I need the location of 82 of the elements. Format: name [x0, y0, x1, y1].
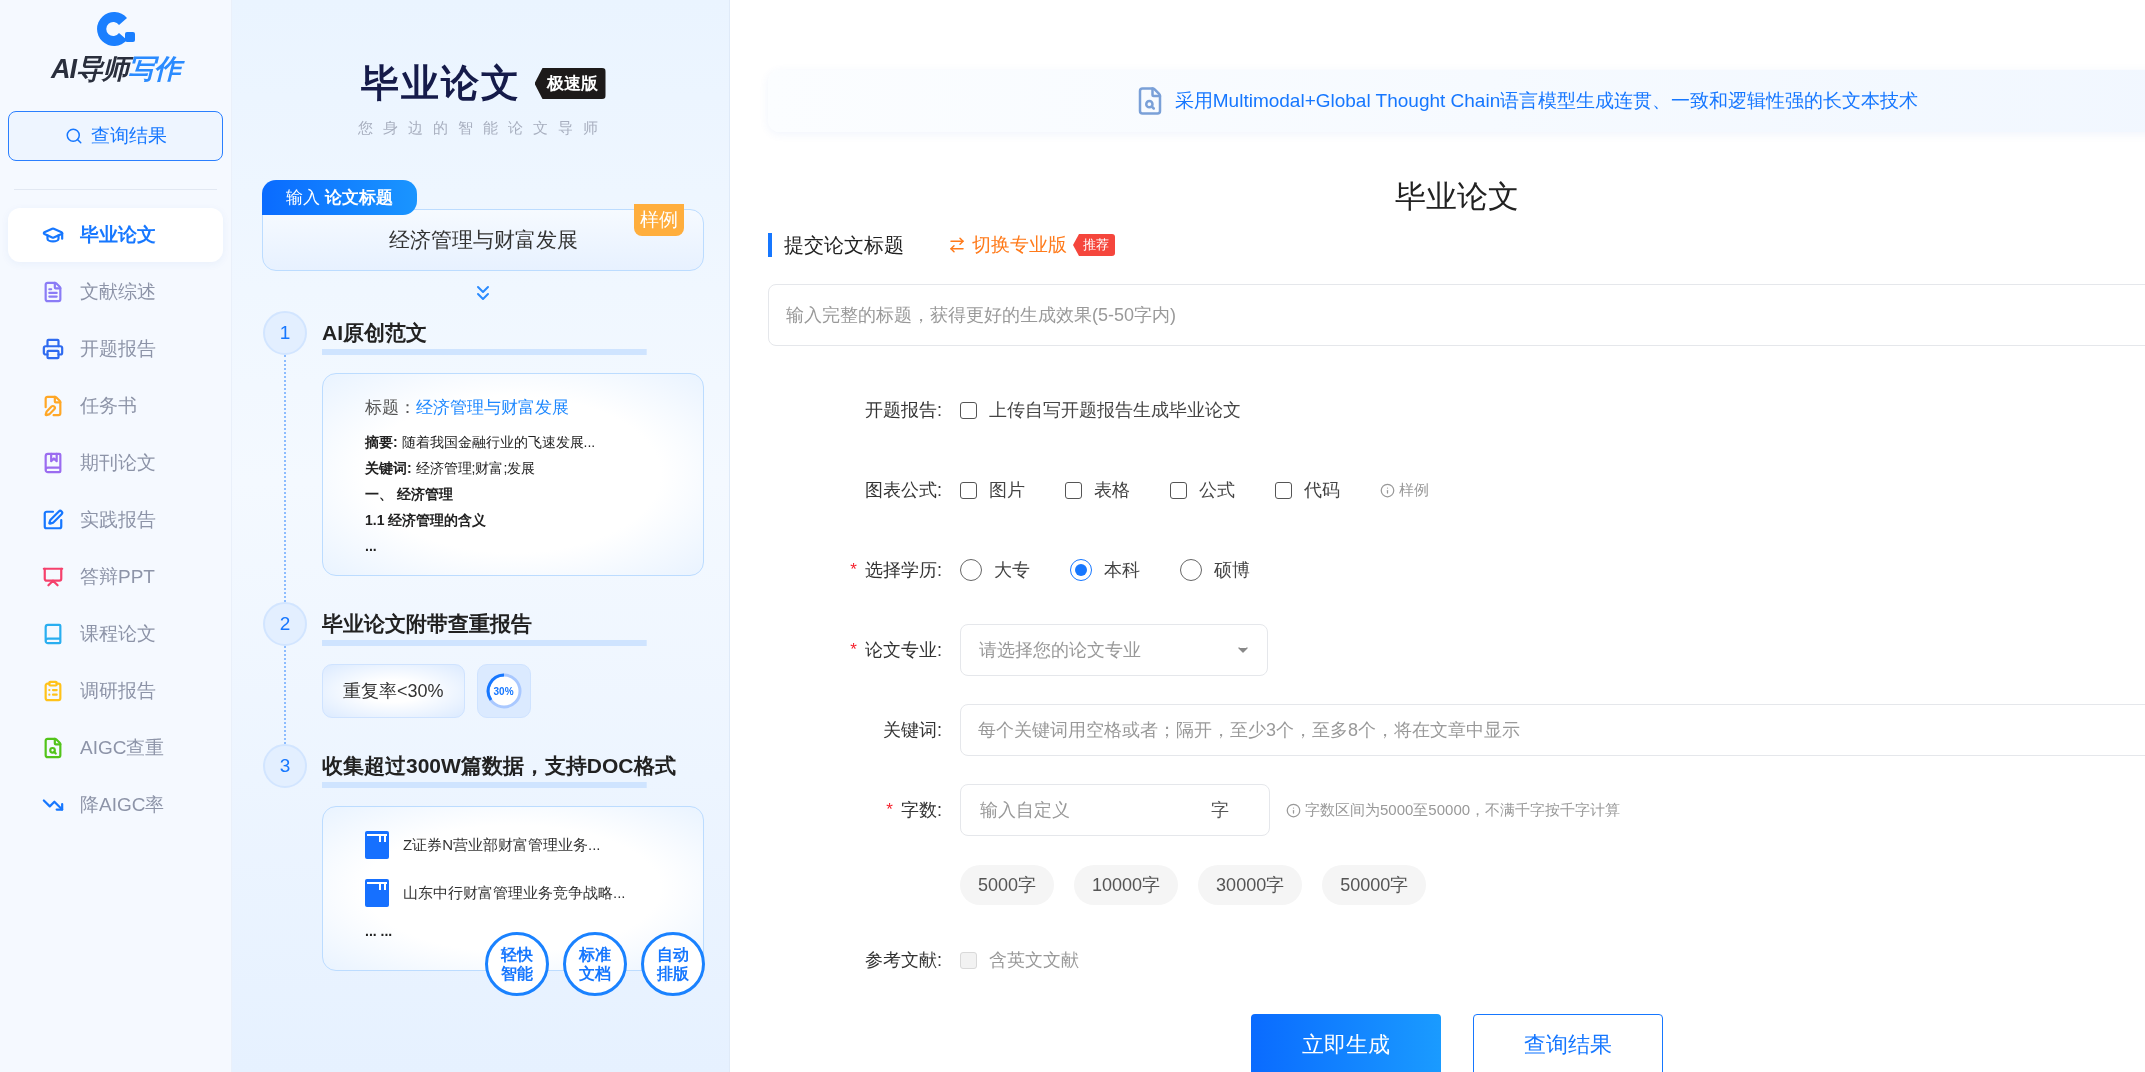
search-results-button[interactable]: 查询结果	[8, 111, 223, 161]
page-title: 毕业论文	[360, 61, 521, 106]
step-number: 3	[263, 744, 307, 788]
recommend-badge: 推荐	[1073, 234, 1115, 256]
document-title: Z证券N营业部财富管理业务...	[403, 835, 601, 855]
checkbox-option[interactable]: 代码	[1275, 478, 1340, 502]
step-number: 1	[263, 311, 307, 355]
required-mark: *	[886, 800, 893, 820]
book-icon	[365, 831, 389, 859]
title-field[interactable]: 输入完整的标题，获得更好的生成效果(5-50字内)	[768, 284, 2145, 346]
unit-label: 字	[1211, 799, 1229, 822]
field-label: 图表公式:	[865, 479, 942, 502]
outline-line: 一、 经济管理	[365, 485, 454, 504]
checkbox[interactable]	[960, 481, 977, 499]
query-button[interactable]: 查询结果	[1472, 1014, 1663, 1072]
required-mark: *	[850, 560, 857, 580]
field-label: 参考文献:	[865, 949, 942, 972]
edition-badge: 极速版	[534, 68, 606, 99]
sidebar-item[interactable]: 毕业论文	[8, 208, 223, 262]
feature-badge: 标准文档	[563, 932, 627, 996]
more-ellipsis: ... ...	[365, 923, 393, 939]
sidebar-item[interactable]: 文献综述	[8, 265, 223, 319]
sidebar-item[interactable]: AIGC查重	[8, 721, 223, 775]
feature-badge: 自动排版	[641, 932, 705, 996]
feature-banner: 采用Multimodal+Global Thought Chain语言模型生成连贯、一致和逻辑性强的长文本技术	[768, 70, 2145, 132]
sidebar-item[interactable]: 期刊论文	[8, 436, 223, 490]
info-icon	[1380, 482, 1395, 498]
outline-title: 标题：经济管理与财富发展	[365, 397, 570, 419]
tagline: 您身边的智能论文导师	[357, 119, 609, 138]
sidebar-item[interactable]: 降AIGC率	[8, 778, 223, 832]
sidebar-item[interactable]: 答辩PPT	[8, 550, 223, 604]
outline-line: ...	[365, 537, 378, 556]
info-icon	[1286, 802, 1301, 818]
duplicate-rate-pill: 重复率<30%	[322, 664, 465, 718]
sidebar-item[interactable]: 实践报告	[8, 493, 223, 547]
word-count-chip[interactable]: 30000字	[1198, 865, 1303, 905]
sample-badge: 样例	[634, 204, 684, 236]
sidebar-item[interactable]: 任务书	[8, 379, 223, 433]
step-number: 2	[263, 602, 307, 646]
word-count-chip[interactable]: 5000字	[960, 865, 1055, 905]
checkbox-option[interactable]: 上传自写开题报告生成毕业论文	[960, 398, 1241, 422]
search-icon	[64, 127, 83, 145]
radio-option[interactable]: 本科	[1070, 558, 1140, 582]
outline-line: 关键词: 经济管理;财富;发展	[365, 459, 537, 478]
field-label: 关键词:	[883, 719, 942, 742]
required-mark: *	[850, 640, 857, 660]
field-label: 选择学历:	[865, 559, 942, 582]
sidebar-item[interactable]: 调研报告	[8, 664, 223, 718]
sidebar-item[interactable]: 开题报告	[8, 322, 223, 376]
field-label: 论文专业:	[865, 639, 942, 662]
ring-icon	[484, 672, 523, 710]
feature-badge: 轻快智能	[485, 932, 549, 996]
word-count-chip[interactable]: 10000字	[1074, 865, 1179, 905]
radio-option[interactable]: 硕博	[1180, 558, 1250, 582]
swap-icon	[948, 236, 966, 254]
ring-label: 30%	[493, 685, 514, 697]
major-select[interactable]: 请选择您的论文专业	[960, 624, 1268, 676]
form-heading: 毕业论文	[1393, 178, 1520, 216]
checkbox[interactable]	[1170, 481, 1187, 499]
word-count-chip[interactable]: 50000字	[1322, 865, 1427, 905]
logo-text: AI导师写作	[45, 52, 186, 88]
field-label: 开题报告:	[865, 399, 942, 422]
section-title: 提交论文标题	[768, 233, 904, 257]
checkbox-option[interactable]: 图片	[960, 478, 1025, 502]
word-count-field[interactable]: 输入自定义 字	[960, 784, 1270, 836]
word-count-hint: 字数区间为5000至50000，不满千字按千字计算	[1286, 800, 1621, 820]
checkbox[interactable]	[1275, 481, 1292, 499]
checkbox-option[interactable]: 公式	[1170, 478, 1235, 502]
generate-button[interactable]: 立即生成	[1250, 1014, 1441, 1072]
book-icon	[365, 879, 389, 907]
sidebar-item[interactable]: 课程论文	[8, 607, 223, 661]
field-label: 字数:	[901, 799, 942, 822]
outline-line: 摘要: 随着我国金融行业的飞速发展...	[365, 433, 597, 452]
checkbox-option[interactable]: 表格	[1065, 478, 1130, 502]
outline-line: 1.1 经济管理的含义	[365, 511, 488, 530]
sample-hint[interactable]: 样例	[1380, 480, 1429, 500]
radio-option[interactable]: 大专	[960, 558, 1030, 582]
keywords-field[interactable]: 每个关键词用空格或者；隔开，至少3个，至多8个，将在文章中显示	[960, 704, 2145, 756]
switch-pro-link[interactable]: 切换专业版 推荐	[948, 232, 1115, 258]
document-title: 山东中行财富管理业务竞争战略...	[403, 883, 626, 903]
checkbox[interactable]	[1065, 481, 1082, 499]
checkbox[interactable]	[960, 401, 977, 419]
